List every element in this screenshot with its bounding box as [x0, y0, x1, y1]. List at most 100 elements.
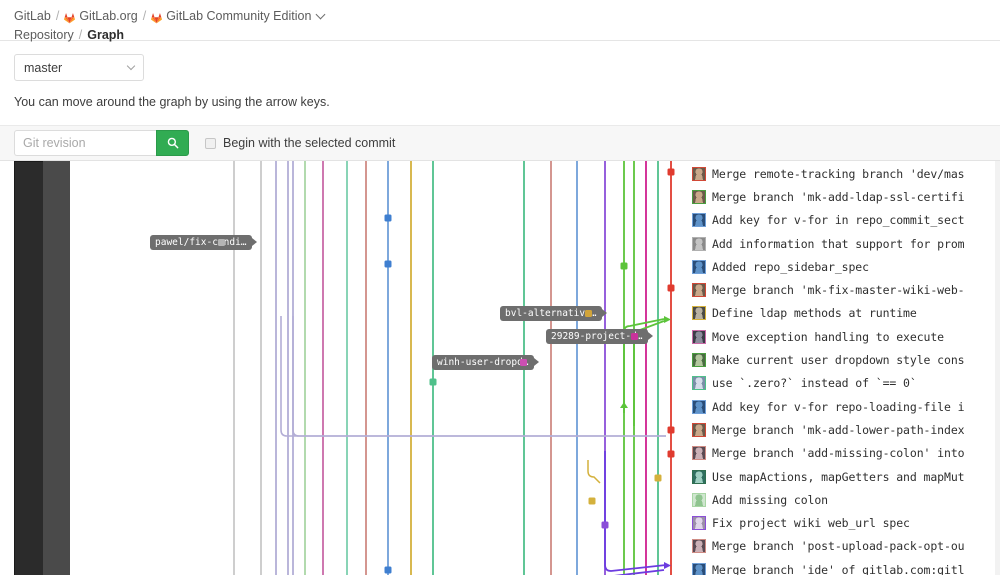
branch-tag-dot[interactable] [584, 309, 592, 317]
breadcrumb-separator-2: / [142, 8, 147, 23]
branch-tag[interactable]: winh-user-dropd… [432, 355, 539, 370]
avatar [692, 516, 706, 531]
graph-commit-dot[interactable] [620, 262, 628, 270]
commit-row[interactable]: Add missing colon [684, 488, 1000, 511]
avatar [692, 422, 706, 437]
commit-row[interactable]: Merge branch 'mk-add-ldap-ssl-certifi [684, 185, 1000, 208]
graph-commit-dot[interactable] [588, 497, 596, 505]
graph-hint-text: You can move around the graph by using t… [14, 95, 330, 109]
breadcrumb-separator-3: / [78, 27, 83, 42]
branch-tag-label: 29289-project-d… [551, 331, 643, 342]
begin-with-commit-label: Begin with the selected commit [223, 136, 396, 150]
begin-with-commit-checkbox[interactable] [205, 137, 216, 149]
branch-tag[interactable]: pawel/fix-condi… [150, 235, 257, 250]
tanuki-icon [64, 12, 76, 23]
breadcrumb: GitLab / GitLab.org / GitLab Community E… [14, 8, 986, 24]
breadcrumb-item-gitlab[interactable]: GitLab [14, 9, 51, 24]
avatar [692, 353, 706, 368]
avatar [692, 446, 706, 461]
commit-message: Add key for v-for in repo_commit_sect [712, 213, 965, 228]
commit-row[interactable]: Use mapActions, mapGetters and mapMut [684, 465, 1000, 488]
branch-tag-label: winh-user-dropd… [437, 357, 529, 368]
breadcrumb-item-repository[interactable]: Repository [14, 28, 74, 43]
branch-select-dropdown[interactable]: master [14, 54, 144, 81]
network-graph[interactable]: pawel/fix-condi… bvl-alternative… 29289-pr… [0, 161, 1000, 575]
branch-select-value: master [24, 60, 63, 75]
page-title: Graph [87, 27, 125, 42]
avatar [692, 492, 706, 507]
graph-commit-dots [384, 168, 675, 574]
controls-area: master You can move around the graph by … [0, 41, 1000, 109]
chevron-down-icon[interactable] [315, 9, 326, 19]
commit-row[interactable]: Merge branch 'ide' of gitlab.com:gitl [684, 558, 1000, 575]
branch-tag-dot[interactable] [217, 238, 225, 246]
avatar [692, 166, 706, 181]
commit-row[interactable]: Merge branch 'post-upload-pack-opt-ou [684, 535, 1000, 558]
commit-row[interactable]: Make current user dropdown style cons [684, 348, 1000, 371]
chevron-down-icon [126, 61, 136, 70]
branch-tag-dot[interactable] [630, 332, 638, 340]
graph-commit-dot[interactable] [429, 378, 437, 386]
avatar [692, 399, 706, 414]
commit-message: Added repo_sidebar_spec [712, 259, 869, 274]
search-button[interactable] [156, 130, 189, 156]
commit-row[interactable]: Add key for v-for repo-loading-file i [684, 395, 1000, 418]
commit-row[interactable]: Merge branch 'mk-add-lower-path-index [684, 418, 1000, 441]
commit-row[interactable]: Merge remote-tracking branch 'dev/mas [684, 162, 1000, 185]
commit-message: Merge branch 'mk-add-lower-path-index [712, 422, 965, 437]
commit-row[interactable]: Add key for v-for in repo_commit_sect [684, 209, 1000, 232]
commit-row[interactable]: Merge branch 'add-missing-colon' into [684, 442, 1000, 465]
breadcrumb-item-group[interactable]: GitLab.org [79, 9, 137, 24]
branch-tag-label: bvl-alternative… [505, 308, 597, 319]
search-group [14, 130, 189, 156]
graph-commit-dot[interactable] [384, 214, 392, 222]
commit-message: Merge branch 'ide' of gitlab.com:gitl [712, 562, 965, 575]
search-input[interactable] [14, 130, 156, 156]
avatar [692, 469, 706, 484]
commit-message: Move exception handling to execute [712, 329, 945, 344]
graph-commit-dot[interactable] [384, 260, 392, 268]
avatar [692, 259, 706, 274]
branch-tag-dot[interactable] [519, 358, 527, 366]
commit-message: use `.zero?` instead of `== 0` [712, 376, 917, 391]
graph-commit-dot[interactable] [667, 284, 675, 292]
graph-commit-dot[interactable] [601, 521, 609, 529]
commit-row[interactable]: Fix project wiki web_url spec [684, 511, 1000, 534]
commit-row[interactable]: Define ldap methods at runtime [684, 302, 1000, 325]
commit-message: Fix project wiki web_url spec [712, 516, 910, 531]
breadcrumb-item-project[interactable]: GitLab Community Edition [166, 9, 311, 24]
commit-row[interactable]: Added repo_sidebar_spec [684, 255, 1000, 278]
commit-message: Make current user dropdown style cons [712, 353, 965, 368]
commit-message: Merge branch 'mk-fix-master-wiki-web- [712, 283, 965, 298]
graph-commit-dot[interactable] [654, 474, 662, 482]
commit-message: Define ldap methods at runtime [712, 306, 917, 321]
avatar [692, 189, 706, 204]
commit-message: Add key for v-for repo-loading-file i [712, 399, 965, 414]
avatar [692, 283, 706, 298]
graph-commit-dot[interactable] [667, 450, 675, 458]
commit-row[interactable]: use `.zero?` instead of `== 0` [684, 372, 1000, 395]
tanuki-icon [151, 12, 163, 23]
avatar [692, 213, 706, 228]
graph-commit-dot[interactable] [384, 566, 392, 574]
commit-row[interactable]: Merge branch 'mk-fix-master-wiki-web- [684, 278, 1000, 301]
commit-row[interactable]: Move exception handling to execute [684, 325, 1000, 348]
commit-message: Merge branch 'add-missing-colon' into [712, 446, 965, 461]
commit-list-scrollbar[interactable] [995, 161, 1000, 575]
commit-list[interactable]: Merge remote-tracking branch 'dev/mas Mer… [684, 161, 1000, 575]
commit-message: Merge remote-tracking branch 'dev/mas [712, 166, 965, 181]
commit-message: Merge branch 'mk-add-ldap-ssl-certifi [712, 189, 965, 204]
graph-commit-dot[interactable] [667, 168, 675, 176]
avatar [692, 329, 706, 344]
commit-message: Use mapActions, mapGetters and mapMut [712, 469, 965, 484]
graph-commit-dot[interactable] [667, 426, 675, 434]
branch-tag-label: pawel/fix-condi… [155, 237, 247, 248]
commit-message: Add information that support for prom [712, 236, 965, 251]
search-icon [167, 137, 178, 149]
commit-row[interactable]: Add information that support for prom [684, 232, 1000, 255]
commit-message: Merge branch 'post-upload-pack-opt-ou [712, 539, 965, 554]
avatar [692, 562, 706, 575]
avatar [692, 376, 706, 391]
avatar [692, 539, 706, 554]
search-strip: Begin with the selected commit [0, 125, 1000, 161]
